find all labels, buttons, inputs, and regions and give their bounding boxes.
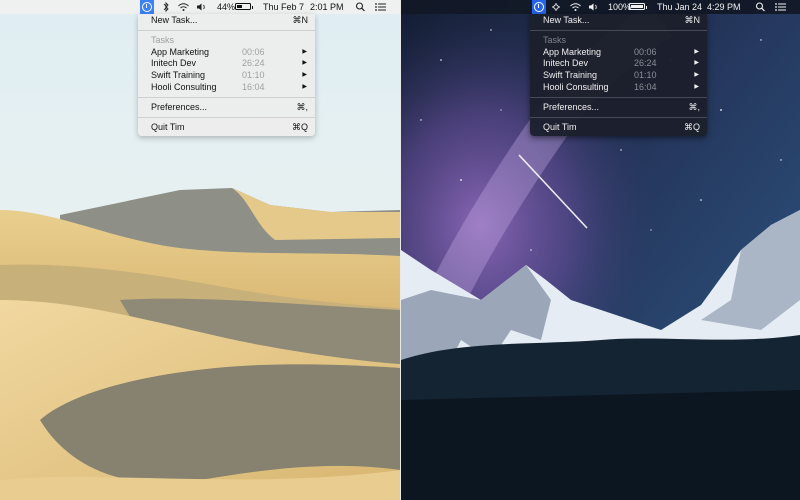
submenu-arrow-icon: ▶ — [302, 83, 307, 90]
new-task-shortcut: ⌘N — [292, 15, 309, 25]
quit-label: Quit Tim — [543, 121, 577, 132]
timer-app-icon[interactable] — [532, 0, 546, 14]
submenu-arrow-icon: ▶ — [302, 72, 307, 79]
task-name: App Marketing — [543, 46, 602, 57]
task-name: Swift Training — [151, 70, 206, 81]
task-name: Swift Training — [543, 70, 598, 81]
submenu-arrow-icon: ▶ — [302, 48, 307, 55]
preferences-label: Preferences... — [543, 101, 600, 112]
submenu-arrow-icon: ▶ — [694, 83, 699, 90]
preferences-menu-item[interactable]: Preferences... ⌘, — [530, 102, 707, 114]
submenu-arrow-icon: ▶ — [694, 60, 699, 67]
task-item-swift-training[interactable]: Swift Training 01:10 ▶ — [530, 70, 707, 82]
notification-center-icon[interactable] — [774, 0, 787, 14]
menubar-time[interactable]: 2:01 PM — [310, 0, 344, 14]
task-duration: 00:06 — [242, 46, 265, 57]
timer-app-icon[interactable] — [140, 0, 154, 14]
task-duration: 01:10 — [242, 70, 265, 81]
volume-icon[interactable] — [588, 0, 600, 14]
preferences-shortcut: ⌘, — [688, 101, 700, 112]
light-mode-screen: 44% Thu Feb 7 2:01 PM New Task... ⌘N Tas… — [0, 0, 400, 500]
task-duration: 00:06 — [634, 46, 657, 57]
task-duration: 26:24 — [242, 58, 265, 69]
task-name: Hooli Consulting — [151, 81, 217, 92]
menu-separator — [530, 96, 707, 98]
new-task-label: New Task... — [151, 15, 198, 25]
task-duration: 16:04 — [242, 81, 265, 92]
spotlight-icon[interactable] — [355, 0, 366, 14]
quit-menu-item[interactable]: Quit Tim ⌘Q — [138, 122, 315, 134]
submenu-arrow-icon: ▶ — [302, 60, 307, 67]
menu-separator — [138, 96, 315, 98]
task-item-app-marketing[interactable]: App Marketing 00:06 ▶ — [138, 47, 315, 59]
tasks-section-header: Tasks — [151, 34, 175, 45]
wifi-icon[interactable] — [569, 0, 582, 14]
submenu-arrow-icon: ▶ — [694, 48, 699, 55]
bluetooth-icon[interactable] — [162, 0, 170, 14]
tim-dropdown-menu: New Task... ⌘N Tasks App Marketing 00:06… — [138, 14, 315, 137]
task-name: Initech Dev — [543, 58, 589, 69]
task-duration: 01:10 — [634, 70, 657, 81]
wifi-icon[interactable] — [177, 0, 190, 14]
menu-separator — [530, 116, 707, 118]
preferences-shortcut: ⌘, — [296, 101, 308, 112]
submenu-arrow-icon: ▶ — [694, 72, 699, 79]
battery-charging-icon[interactable] — [629, 3, 647, 10]
notification-center-icon[interactable] — [374, 0, 387, 14]
task-name: App Marketing — [151, 46, 210, 57]
menu-bar: 44% Thu Feb 7 2:01 PM — [0, 0, 400, 14]
menu-separator — [138, 29, 315, 31]
preferences-menu-item[interactable]: Preferences... ⌘, — [138, 102, 315, 114]
new-task-label: New Task... — [543, 15, 590, 25]
task-duration: 16:04 — [634, 81, 657, 92]
new-task-shortcut: ⌘N — [684, 15, 701, 25]
menu-separator — [138, 116, 315, 118]
battery-percent[interactable]: 100% — [608, 0, 631, 14]
quit-label: Quit Tim — [151, 121, 185, 132]
quit-shortcut: ⌘Q — [291, 121, 308, 132]
new-task-menu-item[interactable]: New Task... ⌘N — [530, 15, 707, 27]
tim-dropdown-menu: New Task... ⌘N Tasks App Marketing 00:06… — [530, 14, 707, 137]
task-duration: 26:24 — [634, 58, 657, 69]
task-item-hooli-consulting[interactable]: Hooli Consulting 16:04 ▶ — [530, 82, 707, 94]
volume-icon[interactable] — [196, 0, 208, 14]
quit-shortcut: ⌘Q — [683, 121, 700, 132]
task-item-hooli-consulting[interactable]: Hooli Consulting 16:04 ▶ — [138, 82, 315, 94]
menu-bar: 100% Thu Jan 24 4:29 PM — [401, 0, 800, 14]
airplay-icon[interactable] — [551, 0, 561, 14]
tasks-section-header: Tasks — [543, 34, 567, 45]
task-item-swift-training[interactable]: Swift Training 01:10 ▶ — [138, 70, 315, 82]
preferences-label: Preferences... — [151, 101, 208, 112]
menubar-date[interactable]: Thu Feb 7 — [263, 0, 304, 14]
dark-mode-screen: 100% Thu Jan 24 4:29 PM New Task... ⌘N T… — [401, 0, 800, 500]
new-task-menu-item[interactable]: New Task... ⌘N — [138, 15, 315, 27]
battery-percent[interactable]: 44% — [217, 0, 235, 14]
task-name: Initech Dev — [151, 58, 197, 69]
spotlight-icon[interactable] — [755, 0, 766, 14]
task-name: Hooli Consulting — [543, 81, 609, 92]
menu-separator — [530, 29, 707, 31]
task-item-initech-dev[interactable]: Initech Dev 26:24 ▶ — [138, 58, 315, 70]
menubar-time[interactable]: 4:29 PM — [707, 0, 741, 14]
quit-menu-item[interactable]: Quit Tim ⌘Q — [530, 122, 707, 134]
task-item-initech-dev[interactable]: Initech Dev 26:24 ▶ — [530, 58, 707, 70]
menubar-date[interactable]: Thu Jan 24 — [657, 0, 702, 14]
battery-icon[interactable] — [235, 3, 253, 10]
task-item-app-marketing[interactable]: App Marketing 00:06 ▶ — [530, 47, 707, 59]
